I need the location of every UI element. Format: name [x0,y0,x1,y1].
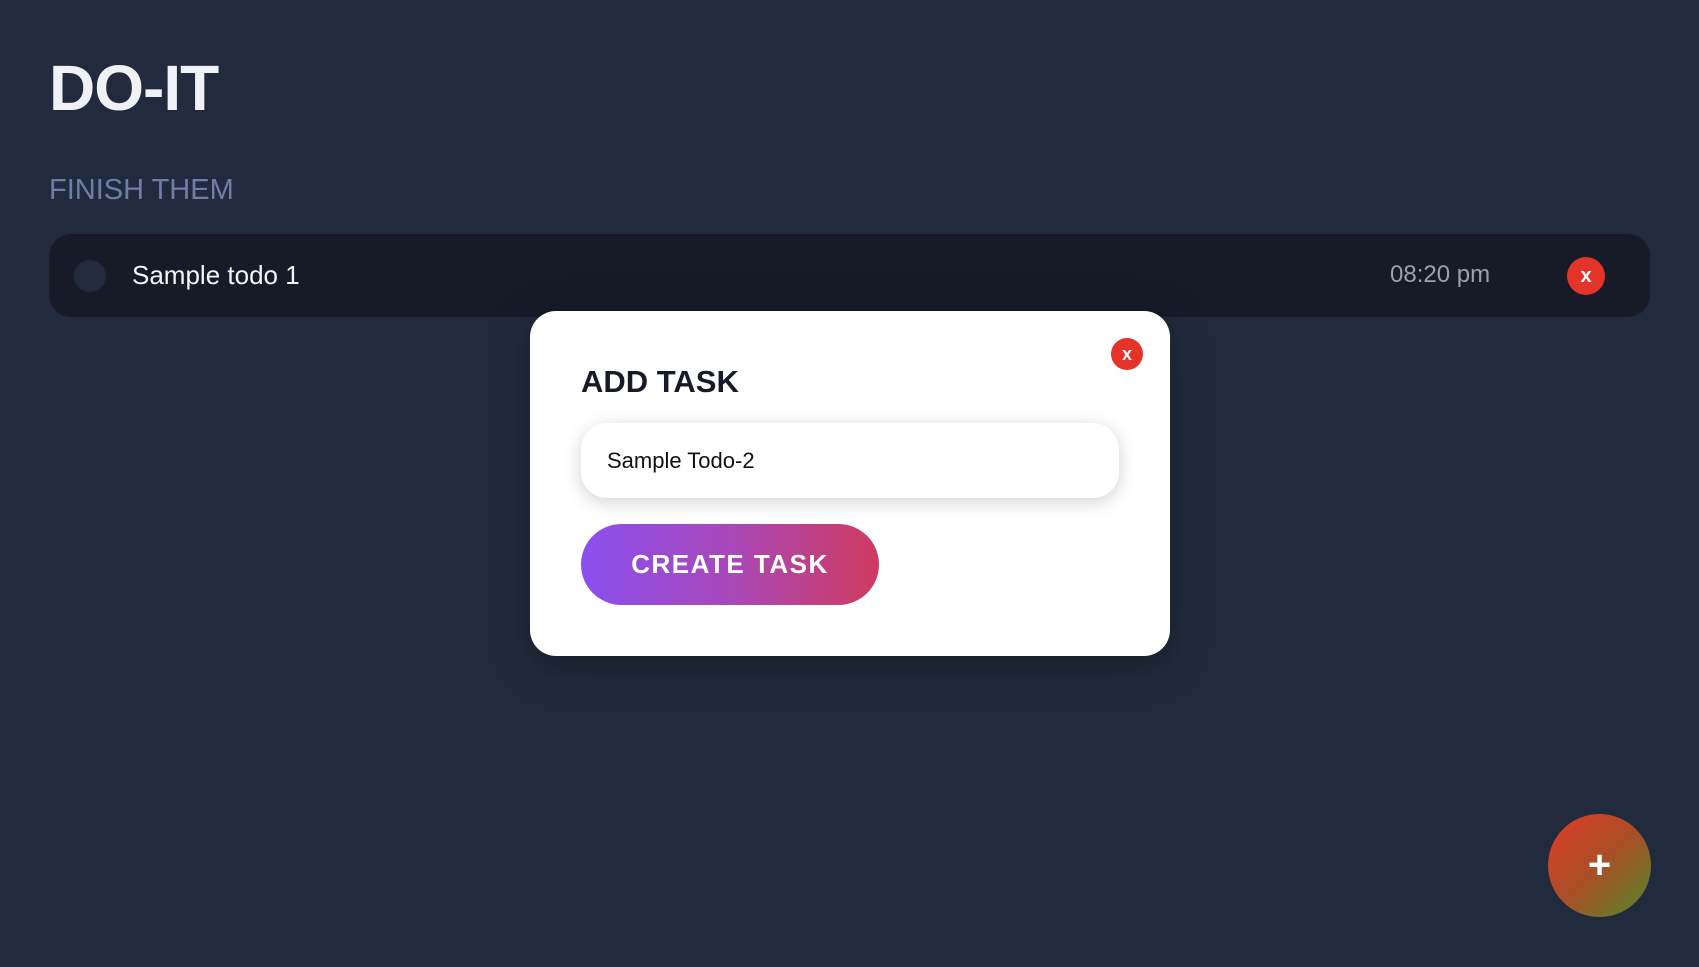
circle-checkbox-icon[interactable] [74,260,106,292]
todo-time: 08:20 pm [1390,261,1491,288]
app-screen: DO-IT FINISH THEM Sample todo 1 08:20 pm… [0,0,1699,967]
todo-item: Sample todo 1 08:20 pm x [49,234,1650,317]
app-title: DO-IT [49,52,219,124]
section-label: FINISH THEM [49,174,234,206]
add-task-fab[interactable]: + [1548,814,1651,917]
close-modal-button[interactable]: x [1111,338,1143,370]
todo-text: Sample todo 1 [132,260,300,290]
add-task-modal: x ADD TASK CREATE TASK [530,311,1170,656]
delete-todo-button[interactable]: x [1567,257,1605,295]
task-input[interactable] [581,423,1119,498]
modal-title: ADD TASK [581,364,739,399]
create-task-button[interactable]: CREATE TASK [581,524,879,605]
